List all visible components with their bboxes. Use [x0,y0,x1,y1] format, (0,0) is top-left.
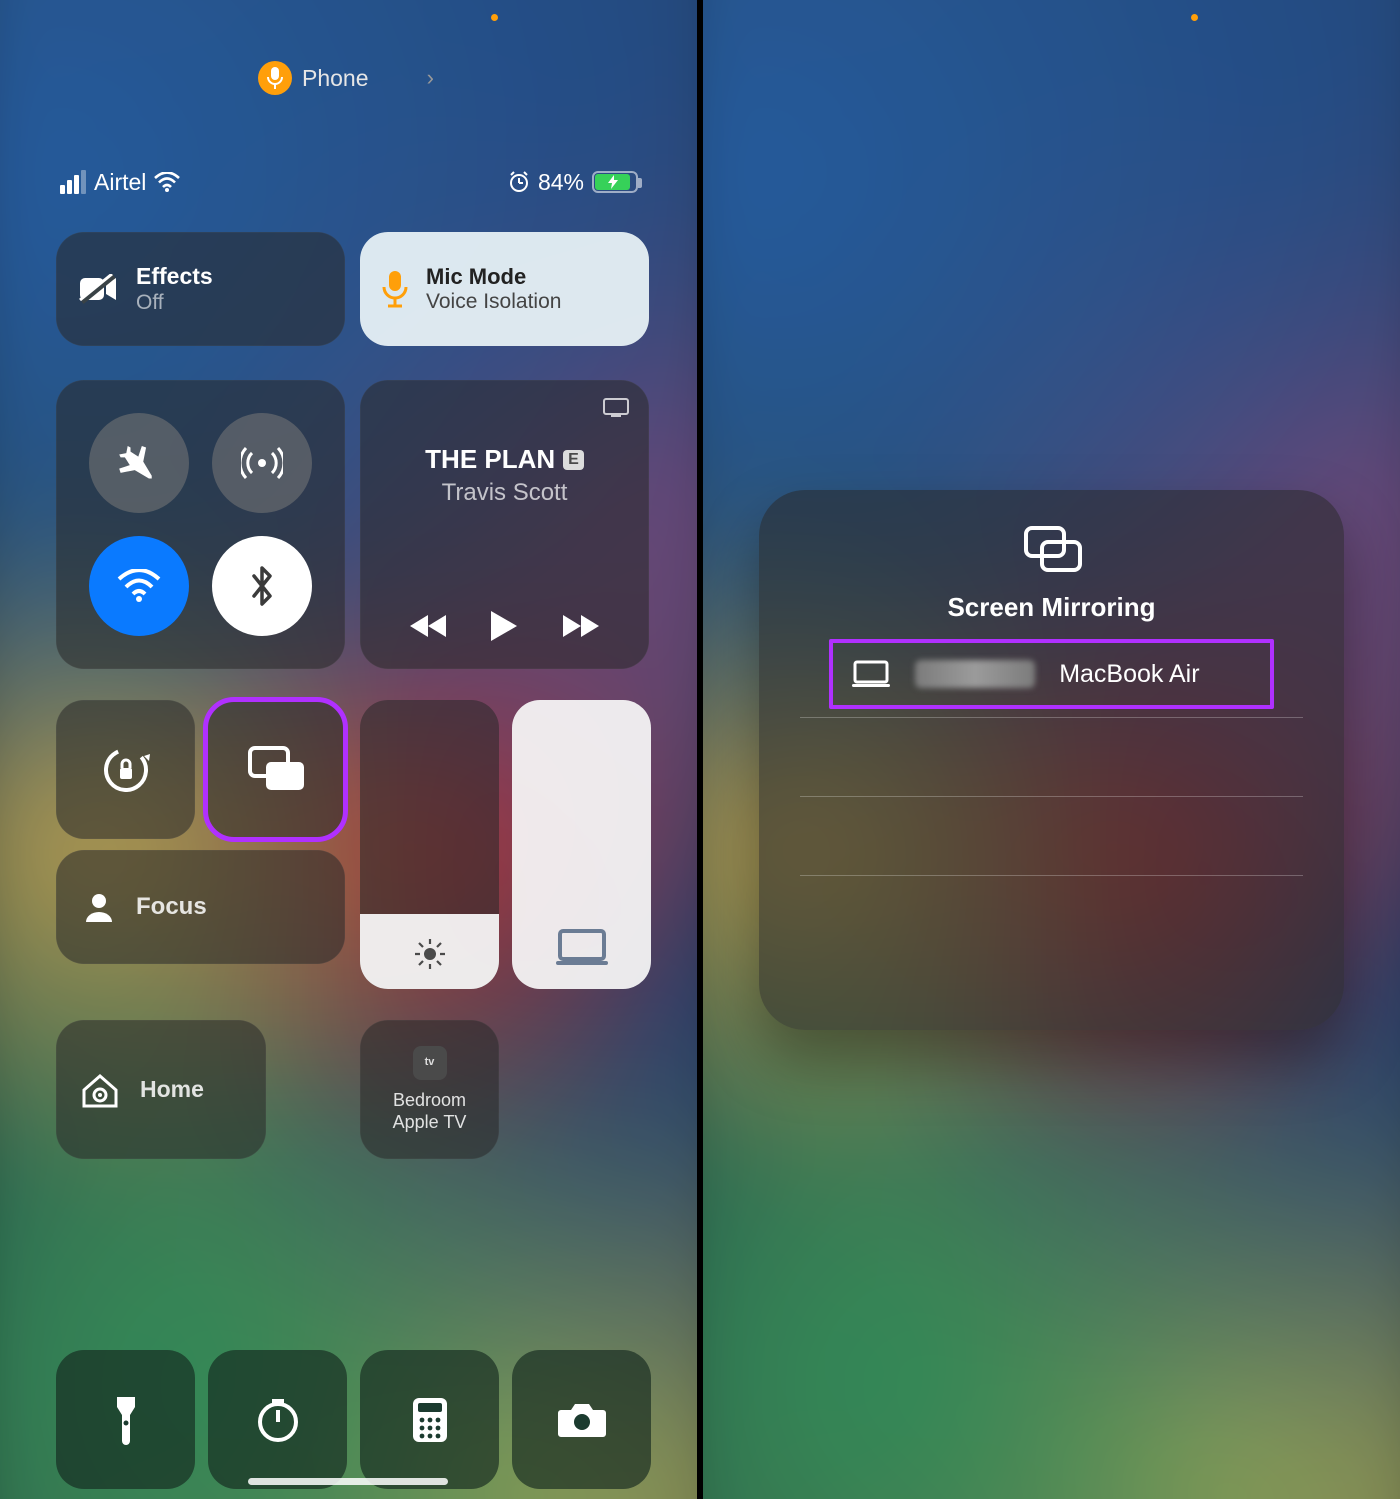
bluetooth-toggle[interactable] [212,536,312,636]
appletv-line2: Apple TV [393,1112,467,1134]
mic-icon [258,61,292,95]
cellular-toggle[interactable] [212,413,312,513]
screen-mirroring-tile[interactable] [206,700,345,839]
video-off-icon [78,274,118,304]
calculator-button[interactable] [360,1350,499,1489]
airplay-device-icon [603,398,629,418]
home-icon [80,1070,120,1110]
media-tile[interactable]: THE PLAN E Travis Scott [360,380,649,669]
appletv-line1: Bedroom [393,1090,466,1112]
chevron-right-icon: › [427,65,434,91]
divider-line [800,875,1303,876]
mic-indicator-dot [491,14,498,21]
laptop-icon [851,659,891,689]
alarm-icon [508,171,530,193]
panel-control-center: Phone › Airtel 84% Effects [0,0,697,1499]
media-track: THE PLAN [425,444,555,475]
screen-mirroring-icon [1020,524,1084,574]
timer-button[interactable] [208,1350,347,1489]
active-app-pill[interactable]: Phone › [254,58,444,98]
flashlight-button[interactable] [56,1350,195,1489]
person-icon [82,890,116,924]
explicit-badge: E [563,450,584,470]
effects-tile[interactable]: Effects Off [56,232,345,346]
airplane-toggle[interactable] [89,413,189,513]
media-artist: Travis Scott [380,479,629,507]
play-button[interactable] [489,609,519,643]
screen-mirroring-icon [246,746,306,794]
orientation-lock-tile[interactable] [56,700,195,839]
mic-mode-icon [380,269,410,309]
focus-label: Focus [136,893,207,921]
mic-mode-sub: Voice Isolation [426,290,561,314]
mic-indicator-dot [1191,14,1198,21]
effects-title: Effects [136,262,213,291]
active-app-label: Phone [302,65,369,92]
orientation-lock-icon [98,742,154,798]
panel-screen-mirroring: Screen Mirroring MacBook Air [703,0,1400,1499]
carrier-label: Airtel [94,169,146,196]
home-label: Home [140,1076,204,1103]
mic-mode-tile[interactable]: Mic Mode Voice Isolation [360,232,649,346]
divider-line [800,717,1303,718]
home-indicator[interactable] [248,1478,448,1485]
camera-button[interactable] [512,1350,651,1489]
mirroring-device-item[interactable]: MacBook Air [829,639,1274,709]
sheet-title: Screen Mirroring [947,592,1155,623]
page: Phone › Airtel 84% Effects [0,0,1400,1499]
status-bar: Airtel 84% [60,164,638,200]
volume-slider[interactable] [512,700,651,989]
device-owner-redacted [915,660,1035,688]
appletv-icon: tv [413,1046,447,1080]
home-tile[interactable]: Home [56,1020,266,1159]
sun-icon [360,937,499,971]
brightness-slider[interactable] [360,700,499,989]
screen-mirroring-sheet: Screen Mirroring MacBook Air [759,490,1344,1030]
wifi-toggle[interactable] [89,536,189,636]
quick-actions-row [56,1350,651,1489]
cellular-icon [60,170,86,194]
battery-icon [592,171,638,193]
rewind-button[interactable] [410,613,450,639]
effects-sub: Off [136,290,213,316]
battery-percent: 84% [538,169,584,196]
laptop-output-icon [512,927,651,967]
wifi-icon [154,172,180,192]
forward-button[interactable] [559,613,599,639]
appletv-remote-tile[interactable]: tv Bedroom Apple TV [360,1020,499,1159]
connectivity-tile[interactable] [56,380,345,669]
divider-line [800,796,1303,797]
device-name: MacBook Air [1059,660,1199,689]
focus-tile[interactable]: Focus [56,850,345,964]
mic-mode-title: Mic Mode [426,264,561,290]
